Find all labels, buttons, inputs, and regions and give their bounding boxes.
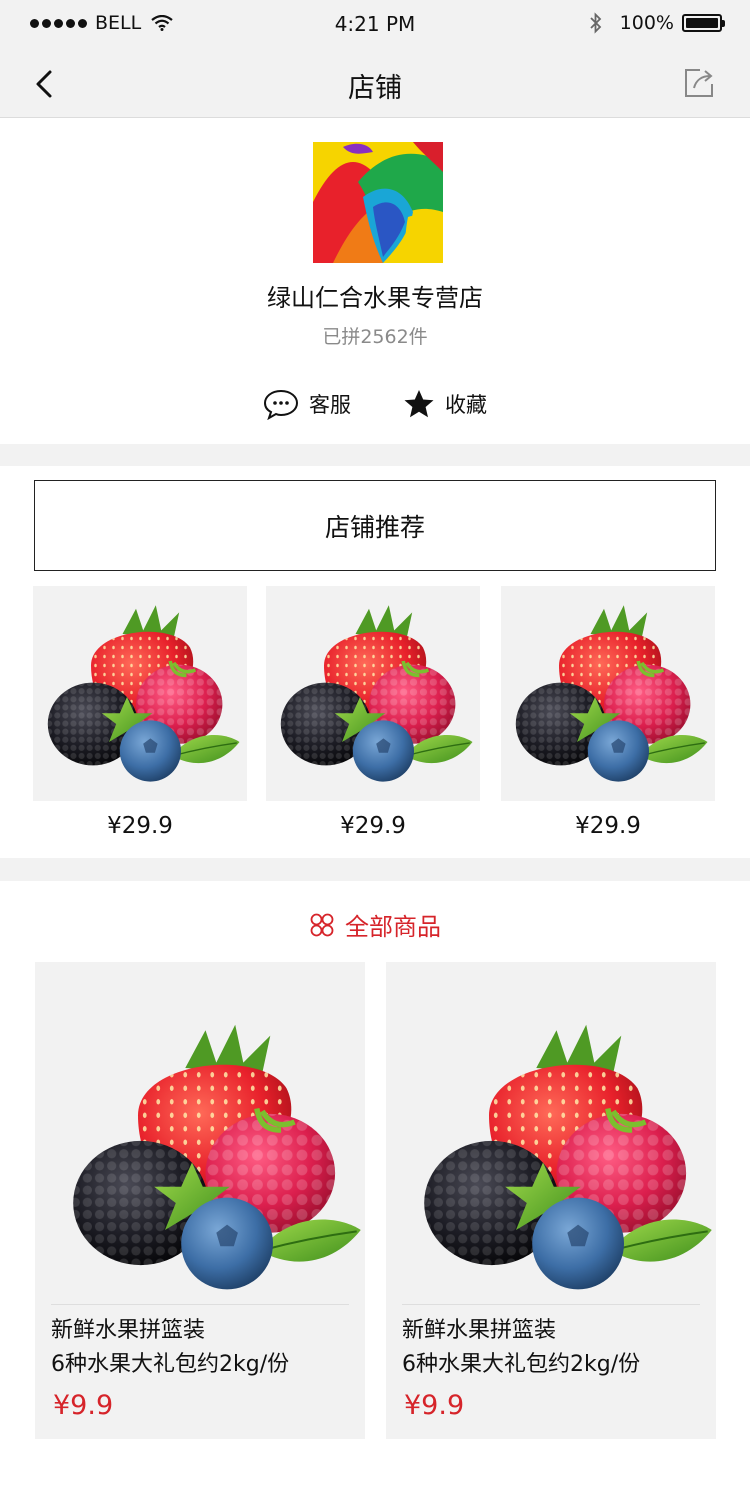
- recommend-title: 店铺推荐: [34, 480, 716, 571]
- product-name-line2: 6种水果大礼包约2kg/份: [402, 1352, 641, 1377]
- section-divider: [0, 444, 750, 466]
- all-products-title: 全部商品: [345, 913, 441, 941]
- product-image[interactable]: [33, 586, 247, 801]
- recommend-item[interactable]: ¥29.9: [33, 586, 247, 839]
- store-name: 绿山仁合水果专营店: [267, 284, 483, 312]
- store-header: 绿山仁合水果专营店 已拼2562件 客服 收藏: [0, 118, 750, 444]
- store-recommend-section: 店铺推荐 ¥29.9 ¥29.9 ¥29.9: [0, 466, 750, 858]
- product-image[interactable]: [35, 962, 365, 1302]
- card-divider: [402, 1304, 700, 1305]
- customer-service-button[interactable]: 客服: [263, 388, 351, 420]
- product-price: ¥29.9: [340, 813, 406, 839]
- card-divider: [51, 1304, 349, 1305]
- favorite-label: 收藏: [445, 393, 487, 417]
- bluetooth-icon: [590, 12, 601, 34]
- recommend-item[interactable]: ¥29.9: [501, 586, 715, 839]
- product-price: ¥9.9: [404, 1390, 465, 1421]
- all-products-section: 全部商品 新鲜水果拼篮装 6种水果大礼包约2kg/份 ¥9.9 新鲜水果拼篮装 …: [0, 881, 750, 1494]
- favorite-button[interactable]: 收藏: [403, 388, 487, 420]
- status-right: 100%: [590, 12, 725, 34]
- battery-percent: 100%: [619, 12, 674, 34]
- status-bar: BELL 4:21 PM 100%: [0, 0, 750, 50]
- product-price: ¥29.9: [107, 813, 173, 839]
- product-name-line1: 新鲜水果拼篮装: [51, 1318, 206, 1343]
- product-image[interactable]: [501, 586, 715, 801]
- store-sales-count: 已拼2562件: [322, 326, 428, 348]
- four-petal-icon: [310, 913, 334, 936]
- product-image[interactable]: [386, 962, 716, 1302]
- store-actions: 客服 收藏: [0, 388, 750, 420]
- product-card[interactable]: 新鲜水果拼篮装 6种水果大礼包约2kg/份 ¥9.9: [35, 962, 365, 1439]
- star-icon: [404, 390, 434, 418]
- page-title: 店铺: [348, 73, 402, 104]
- product-name-line1: 新鲜水果拼篮装: [402, 1318, 557, 1343]
- battery-icon: [682, 14, 725, 32]
- chat-bubble-icon: [263, 389, 299, 420]
- back-button[interactable]: [28, 66, 64, 102]
- product-price: ¥29.9: [575, 813, 641, 839]
- product-price: ¥9.9: [53, 1390, 114, 1421]
- product-image[interactable]: [266, 586, 480, 801]
- product-name-line2: 6种水果大礼包约2kg/份: [51, 1352, 290, 1377]
- product-name: 新鲜水果拼篮装 6种水果大礼包约2kg/份: [51, 1314, 289, 1382]
- product-card[interactable]: 新鲜水果拼篮装 6种水果大礼包约2kg/份 ¥9.9: [386, 962, 716, 1439]
- customer-service-label: 客服: [309, 393, 351, 417]
- share-button[interactable]: [680, 64, 718, 102]
- nav-bar: 店铺: [0, 50, 750, 118]
- product-name: 新鲜水果拼篮装 6种水果大礼包约2kg/份: [402, 1314, 640, 1382]
- section-divider: [0, 858, 750, 881]
- store-logo: [313, 142, 443, 263]
- recommend-item[interactable]: ¥29.9: [266, 586, 480, 839]
- all-products-header[interactable]: 全部商品: [0, 907, 750, 942]
